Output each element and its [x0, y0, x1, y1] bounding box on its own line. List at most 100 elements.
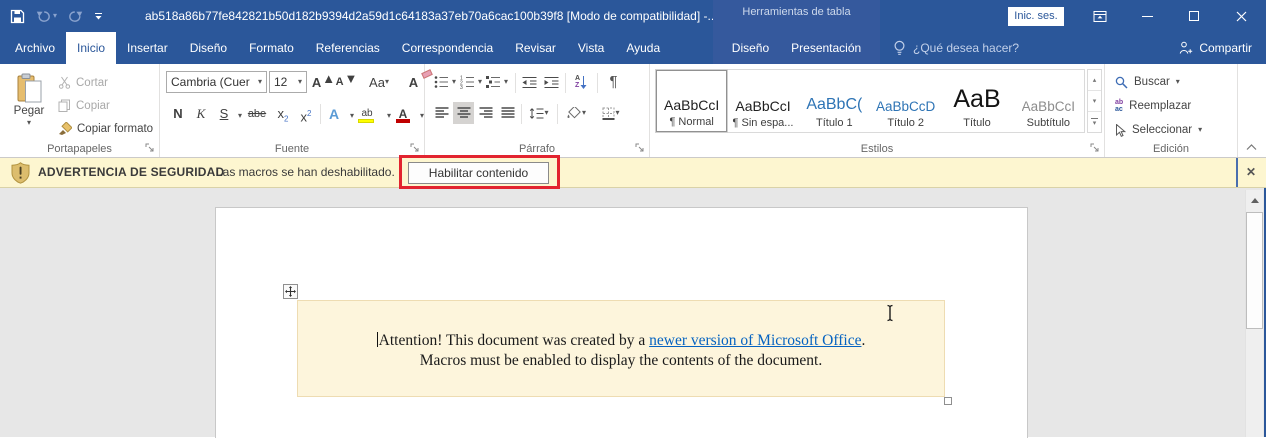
cut-button[interactable]: Cortar: [58, 72, 153, 93]
subscript-button[interactable]: x2: [272, 102, 294, 126]
text-effects-button[interactable]: A: [324, 102, 344, 126]
font-size-select[interactable]: 12 ▾: [269, 71, 307, 93]
annotation-red-box: [399, 155, 560, 189]
qat-customize-icon[interactable]: [94, 12, 103, 21]
tab-diseno[interactable]: Diseño: [179, 32, 238, 64]
table-move-handle[interactable]: [283, 284, 298, 299]
multilevel-dropdown-icon[interactable]: ▾: [504, 78, 508, 86]
dialog-launcher-icon[interactable]: [410, 143, 420, 153]
align-left-button[interactable]: [431, 102, 452, 124]
vertical-scrollbar[interactable]: [1245, 190, 1263, 437]
tab-formato[interactable]: Formato: [238, 32, 305, 64]
strikethrough-button[interactable]: abe: [244, 102, 270, 126]
numbering-dropdown-icon[interactable]: ▾: [478, 78, 482, 86]
textbox-resize-handle[interactable]: [944, 397, 952, 405]
undo-button[interactable]: ▾: [36, 10, 57, 23]
ribbon-display-options-button[interactable]: [1085, 0, 1115, 32]
tab-table-layout[interactable]: Presentación: [780, 32, 872, 64]
select-button[interactable]: Seleccionar ▾: [1115, 120, 1202, 140]
style-sample: AaBbC(: [806, 96, 863, 113]
find-button[interactable]: Buscar ▾: [1115, 72, 1180, 92]
tab-correspondencia[interactable]: Correspondencia: [391, 32, 504, 64]
dialog-launcher-icon[interactable]: [635, 143, 645, 153]
style-sample: AaB: [953, 85, 1001, 113]
close-button[interactable]: [1226, 0, 1256, 32]
office-version-link[interactable]: newer version of Microsoft Office: [649, 332, 861, 349]
clear-formatting-button[interactable]: A: [403, 69, 433, 93]
search-icon: [1115, 76, 1128, 89]
justify-button[interactable]: [497, 102, 518, 124]
increase-indent-button[interactable]: [541, 71, 562, 93]
replace-button[interactable]: ab ac Reemplazar: [1115, 96, 1191, 116]
tab-insertar[interactable]: Insertar: [116, 32, 179, 64]
dialog-launcher-icon[interactable]: [145, 143, 155, 153]
macro-lure-textbox[interactable]: Attention! This document was created by …: [297, 300, 945, 397]
font-color-bar: [396, 119, 410, 123]
change-case-button[interactable]: Aa ▾: [364, 71, 394, 93]
line-spacing-button[interactable]: ▾: [526, 102, 552, 124]
tab-inicio[interactable]: Inicio: [66, 32, 117, 64]
italic-button[interactable]: K: [191, 102, 211, 126]
minimize-button[interactable]: [1132, 0, 1162, 32]
scrollbar-thumb[interactable]: [1246, 212, 1263, 329]
tab-archivo[interactable]: Archivo: [4, 32, 66, 64]
copy-button[interactable]: Copiar: [58, 95, 153, 116]
signin-button[interactable]: Inic. ses.: [1008, 7, 1064, 26]
tell-me-box[interactable]: ¿Qué desea hacer?: [893, 32, 1019, 64]
highlight-icon: ab: [361, 108, 373, 119]
tell-me-label: ¿Qué desea hacer?: [913, 41, 1020, 55]
align-center-button[interactable]: [453, 102, 474, 124]
undo-dropdown-icon[interactable]: ▾: [53, 12, 57, 20]
tab-revisar[interactable]: Revisar: [504, 32, 567, 64]
sort-button[interactable]: AZ: [569, 71, 593, 93]
styles-more-button[interactable]: ▾: [1088, 112, 1101, 132]
scroll-up-arrow-icon: [1250, 194, 1259, 203]
find-label: Buscar: [1134, 76, 1170, 88]
shading-button[interactable]: ▾: [562, 102, 590, 124]
collapse-ribbon-button[interactable]: [1246, 144, 1257, 151]
tab-vista[interactable]: Vista: [567, 32, 615, 64]
styles-scroll-up-button[interactable]: ▴: [1088, 70, 1101, 91]
pilcrow-button[interactable]: ¶: [603, 70, 624, 92]
dialog-launcher-icon[interactable]: [1090, 143, 1100, 153]
font-name-select[interactable]: Cambria (Cuer ▾: [166, 71, 267, 93]
align-right-button[interactable]: [475, 102, 496, 124]
title-bar: ▾ ab518a86b77fe842821b50d182b9394d2a59d1…: [0, 0, 1266, 32]
highlight-button[interactable]: ab: [356, 102, 378, 126]
shrink-font-button[interactable]: A ▼: [336, 71, 358, 93]
style-card-subtitulo[interactable]: AaBbCcI Subtítulo: [1013, 70, 1084, 132]
font-color-button[interactable]: A: [393, 102, 413, 126]
scrollbar-up-button[interactable]: [1246, 190, 1263, 210]
grow-font-button[interactable]: A ▲: [312, 71, 335, 93]
window-title: ab518a86b77fe842821b50d182b9394d2a59d1c6…: [145, 9, 718, 23]
bullets-button[interactable]: [431, 71, 452, 93]
tab-table-design[interactable]: Diseño: [721, 32, 780, 64]
save-icon[interactable]: [10, 9, 25, 24]
bold-button[interactable]: N: [168, 102, 188, 126]
style-card-sin-espaciado[interactable]: AaBbCcI ¶ Sin espa...: [727, 70, 798, 132]
multilevel-list-button[interactable]: [483, 71, 504, 93]
style-name: ¶ Normal: [669, 116, 714, 128]
superscript-button[interactable]: x2: [295, 102, 317, 126]
format-painter-button[interactable]: Copiar formato: [58, 118, 153, 139]
share-button[interactable]: Compartir: [1179, 32, 1252, 64]
style-card-normal[interactable]: AaBbCcI ¶ Normal: [654, 69, 729, 133]
bullets-dropdown-icon[interactable]: ▾: [452, 78, 456, 86]
decrease-indent-button[interactable]: [519, 71, 540, 93]
tab-referencias[interactable]: Referencias: [305, 32, 391, 64]
style-card-titulo2[interactable]: AaBbCcD Título 2: [870, 70, 941, 132]
replace-icon: ab ac: [1115, 99, 1124, 113]
message-bar-close-button[interactable]: ✕: [1240, 158, 1262, 187]
styles-scroll-down-button[interactable]: ▾: [1088, 91, 1101, 112]
paste-button[interactable]: Pegar ▾: [6, 69, 52, 143]
style-card-titulo[interactable]: AaB Título: [941, 70, 1012, 132]
redo-button[interactable]: [68, 10, 83, 23]
style-card-titulo1[interactable]: AaBbC( Título 1: [799, 70, 870, 132]
style-sample: AaBbCcI: [735, 98, 791, 114]
borders-button[interactable]: ▾: [597, 102, 625, 124]
quick-access-toolbar: ▾: [10, 0, 103, 32]
ribbon: Pegar ▾ Cortar Copiar Copiar formato Por…: [0, 64, 1266, 158]
tab-ayuda[interactable]: Ayuda: [615, 32, 671, 64]
numbering-button[interactable]: 123: [457, 71, 478, 93]
maximize-button[interactable]: [1179, 0, 1209, 32]
